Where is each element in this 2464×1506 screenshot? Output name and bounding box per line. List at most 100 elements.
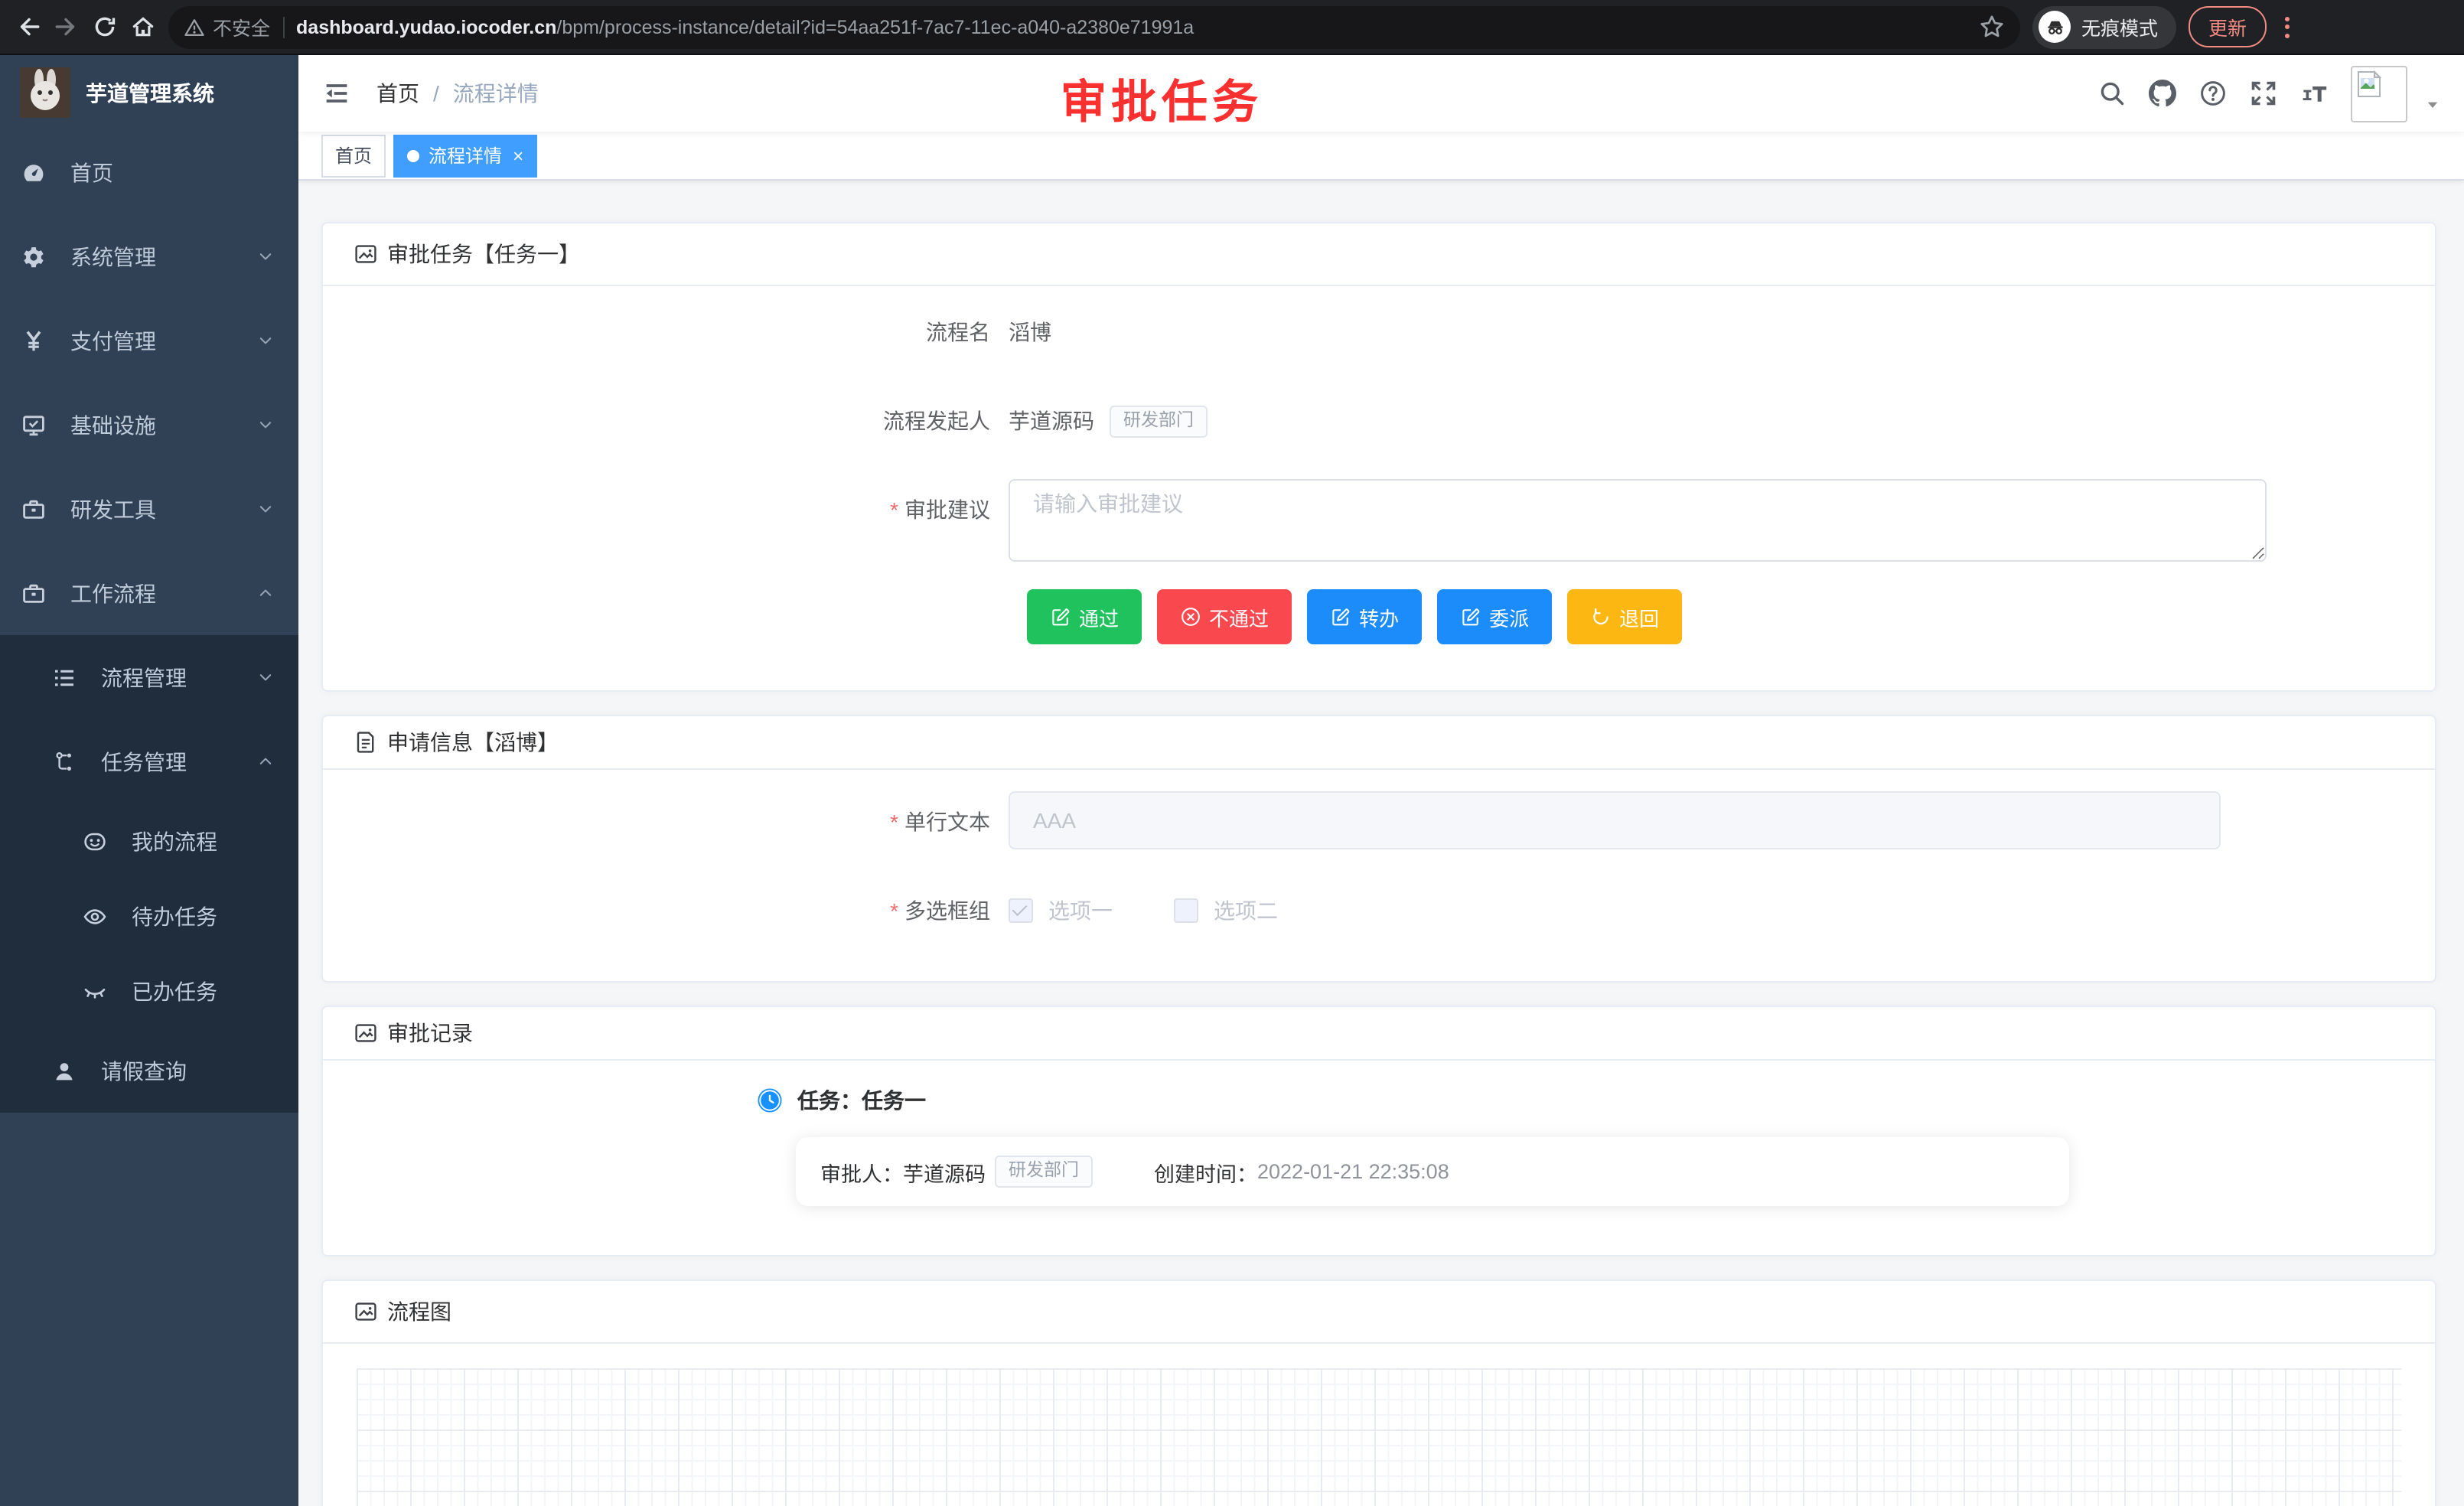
suggestion-row: *审批建议 bbox=[354, 479, 2404, 562]
list-icon bbox=[52, 665, 77, 689]
process-name-row: 流程名 滔博 bbox=[354, 302, 2404, 363]
chevron-down-icon bbox=[257, 248, 274, 265]
single-text-row: *单行文本 bbox=[354, 791, 2404, 852]
fullscreen-icon[interactable] bbox=[2250, 80, 2277, 107]
collapse-sidebar-icon[interactable] bbox=[321, 78, 352, 109]
close-tab-icon[interactable]: × bbox=[513, 146, 523, 165]
approve-task-card: 审批任务【任务一】 流程名 滔博 流程发起人 芋道源码 研发部门 bbox=[321, 222, 2436, 692]
sidebar-item-process-mgmt[interactable]: 流程管理 bbox=[0, 635, 298, 719]
assignee-dept-tag: 研发部门 bbox=[995, 1156, 1093, 1188]
clock-icon bbox=[758, 1088, 782, 1113]
assignee-label: 审批人： bbox=[820, 1156, 903, 1187]
eye-icon bbox=[83, 904, 107, 928]
chevron-down-icon bbox=[257, 332, 274, 349]
sidebar-item-workflow[interactable]: 工作流程 bbox=[0, 551, 298, 635]
edit-icon bbox=[1330, 606, 1351, 628]
delegate-button[interactable]: 委派 bbox=[1437, 589, 1552, 644]
checkbox-option1 bbox=[1009, 898, 1033, 923]
dashboard-icon bbox=[21, 160, 46, 184]
monitor-icon bbox=[21, 412, 46, 437]
apply-info-card-header: 申请信息【滔博】 bbox=[323, 716, 2435, 770]
process-diagram-card: 流程图 bbox=[321, 1279, 2436, 1506]
screen: 不安全 dashboard.yudao.iocoder.cn/bpm/proce… bbox=[0, 0, 2464, 1506]
flow-tree-icon bbox=[52, 749, 77, 774]
app-logo bbox=[20, 67, 70, 118]
search-icon[interactable] bbox=[2098, 80, 2126, 107]
font-size-icon[interactable] bbox=[2300, 80, 2328, 107]
bpmn-canvas[interactable] bbox=[357, 1368, 2401, 1506]
sidebar-item-home[interactable]: 首页 bbox=[0, 130, 298, 214]
picture-icon bbox=[354, 1021, 378, 1045]
sidebar-item-my-process[interactable]: 我的流程 bbox=[0, 804, 298, 878]
divider bbox=[282, 16, 284, 37]
initiator-label: 流程发起人 bbox=[354, 390, 1009, 451]
url-text[interactable]: dashboard.yudao.iocoder.cn/bpm/process-i… bbox=[296, 16, 1967, 37]
chevron-down-icon bbox=[257, 500, 274, 517]
chrome-update-button[interactable]: 更新 bbox=[2189, 6, 2267, 47]
transfer-button[interactable]: 转办 bbox=[1307, 589, 1422, 644]
sidebar-item-payment[interactable]: 支付管理 bbox=[0, 298, 298, 383]
briefcase-icon bbox=[21, 581, 46, 605]
card-title: 流程图 bbox=[387, 1296, 451, 1327]
created-time: 2022-01-21 22:35:08 bbox=[1257, 1160, 1449, 1183]
suggestion-label: *审批建议 bbox=[354, 479, 1009, 540]
approve-record-card-header: 审批记录 bbox=[323, 1007, 2435, 1061]
sidebar-item-todo-tasks[interactable]: 待办任务 bbox=[0, 878, 298, 953]
user-icon bbox=[52, 1058, 77, 1083]
sidebar-item-task-mgmt[interactable]: 任务管理 bbox=[0, 719, 298, 804]
approve-button[interactable]: 通过 bbox=[1027, 589, 1142, 644]
not-secure-icon bbox=[184, 16, 205, 37]
tab-home[interactable]: 首页 bbox=[321, 134, 386, 177]
suggestion-textarea[interactable] bbox=[1009, 479, 2267, 562]
sidebar-item-done-tasks[interactable]: 已办任务 bbox=[0, 953, 298, 1028]
checkbox-option2 bbox=[1174, 898, 1198, 923]
return-button[interactable]: 退回 bbox=[1567, 589, 1682, 644]
reload-icon[interactable] bbox=[92, 14, 118, 40]
app-logo-row[interactable]: 芋道管理系统 bbox=[0, 55, 298, 130]
sidebar-item-devtools[interactable]: 研发工具 bbox=[0, 467, 298, 551]
process-name-value: 滔博 bbox=[1009, 302, 1051, 363]
caret-down-icon[interactable] bbox=[2424, 96, 2441, 112]
checkbox-option1-label: 选项一 bbox=[1048, 880, 1113, 941]
card-title: 审批记录 bbox=[387, 1018, 473, 1048]
breadcrumb-current: 流程详情 bbox=[453, 78, 539, 109]
approve-record-card: 审批记录 任务：任务一 bbox=[321, 1006, 2436, 1257]
checkbox-group-row: *多选框组 选项一 选项二 bbox=[354, 880, 2404, 941]
browser-menu-icon[interactable] bbox=[2279, 16, 2296, 37]
tab-process-detail[interactable]: 流程详情 × bbox=[393, 134, 537, 177]
chevron-down-icon bbox=[257, 669, 274, 686]
checkbox-group-label: *多选框组 bbox=[354, 880, 1009, 941]
forward-icon[interactable] bbox=[54, 14, 80, 40]
sidebar-item-leave-query[interactable]: 请假查询 bbox=[0, 1028, 298, 1113]
checkbox-option2-label: 选项二 bbox=[1214, 880, 1278, 941]
address-bar[interactable]: 不安全 dashboard.yudao.iocoder.cn/bpm/proce… bbox=[168, 5, 2020, 48]
sidebar-item-infra[interactable]: 基础设施 bbox=[0, 383, 298, 467]
eye-closed-icon bbox=[83, 979, 107, 1003]
workflow-submenu: 流程管理 任务管理 我的流程 待办任务 已办 bbox=[0, 635, 298, 1113]
required-asterisk: * bbox=[890, 810, 898, 834]
sidebar-item-system[interactable]: 系统管理 bbox=[0, 214, 298, 298]
card-title: 审批任务【任务一】 bbox=[387, 239, 580, 269]
help-icon[interactable] bbox=[2199, 80, 2227, 107]
face-icon bbox=[83, 829, 107, 853]
initiator-dept-tag: 研发部门 bbox=[1110, 405, 1208, 437]
yen-icon bbox=[21, 328, 46, 353]
chevron-up-icon bbox=[257, 585, 274, 601]
picture-icon bbox=[354, 242, 378, 266]
reject-button[interactable]: 不通过 bbox=[1157, 589, 1292, 644]
single-text-label: *单行文本 bbox=[354, 791, 1009, 852]
github-icon[interactable] bbox=[2149, 80, 2176, 107]
bookmark-star-icon[interactable] bbox=[1979, 14, 2005, 40]
document-icon bbox=[354, 730, 378, 755]
required-asterisk: * bbox=[890, 497, 898, 522]
tags-view-bar: 首页 流程详情 × bbox=[298, 132, 2464, 181]
incognito-badge: 无痕模式 bbox=[2032, 5, 2176, 48]
breadcrumb-home[interactable]: 首页 bbox=[376, 78, 419, 109]
navbar: 首页 / 流程详情 bbox=[298, 55, 2464, 132]
edit-icon bbox=[1050, 606, 1071, 628]
home-icon[interactable] bbox=[130, 14, 156, 40]
back-icon[interactable] bbox=[15, 14, 41, 40]
avatar[interactable] bbox=[2351, 65, 2407, 122]
initiator-value: 芋道源码 bbox=[1009, 390, 1094, 451]
security-label[interactable]: 不安全 bbox=[213, 12, 270, 41]
